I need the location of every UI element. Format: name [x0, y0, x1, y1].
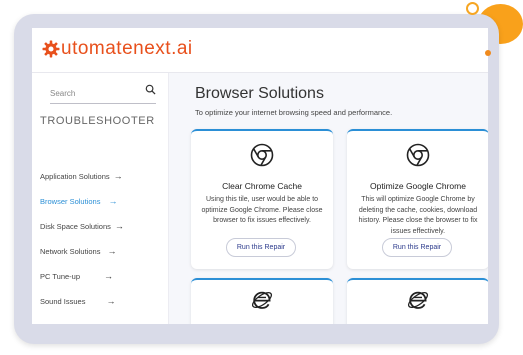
- logo-text-automate: utomate: [61, 38, 134, 59]
- arrow-right-icon: →: [107, 246, 117, 256]
- gear-icon: [42, 40, 60, 58]
- sidebar-item-pc-tune-up[interactable]: PC Tune-up →: [40, 266, 160, 286]
- decorative-orange-dot: [485, 50, 491, 56]
- logo-text-next: next: [133, 38, 172, 59]
- sidebar-item-application-solutions[interactable]: Application Solutions →: [40, 166, 160, 186]
- sidebar-heading: TROUBLESHOOTER: [40, 115, 155, 127]
- card-title: Clear Chrome Cache: [222, 181, 302, 191]
- run-repair-button[interactable]: Run this Repair: [382, 238, 452, 257]
- sidebar-item-network-solutions[interactable]: Network Solutions →: [40, 241, 160, 261]
- sidebar-item-label: Browser Solutions: [40, 196, 101, 206]
- card-title: Optimize Google Chrome: [370, 181, 466, 191]
- sidebar-item-label: Application Solutions: [40, 171, 110, 181]
- arrow-right-icon: →: [113, 171, 123, 181]
- sidebar-item-sound-issues[interactable]: Sound Issues →: [40, 291, 160, 311]
- internet-explorer-icon: [407, 291, 429, 309]
- arrow-right-icon: →: [114, 221, 124, 231]
- sidebar-item-label: Sound Issues: [40, 296, 86, 306]
- repair-card-clear-chrome-cache: Clear Chrome Cache Using this tile, user…: [191, 129, 333, 269]
- sidebar-item-disk-space-solutions[interactable]: Disk Space Solutions →: [40, 216, 160, 236]
- arrow-right-icon: →: [104, 271, 114, 281]
- repair-card-optimize-google-chrome: Optimize Google Chrome This will optimiz…: [347, 129, 488, 269]
- app-window: utomatenext.ai TROUBLESHOOTER Applicatio…: [32, 28, 488, 324]
- sidebar-item-browser-solutions[interactable]: Browser Solutions →: [40, 191, 160, 211]
- page-title: Browser Solutions: [195, 85, 324, 102]
- sidebar-item-label: PC Tune-up: [40, 271, 81, 281]
- page-subtitle: To optimize your internet browsing speed…: [195, 108, 393, 117]
- decorative-orange-ring: [466, 2, 479, 15]
- card-description: Using this tile, user would be able to o…: [201, 196, 323, 224]
- card-description: This will optimize Google Chrome by dele…: [358, 196, 478, 235]
- search-box: [50, 83, 156, 104]
- arrow-right-icon: →: [108, 196, 118, 206]
- search-input[interactable]: [50, 85, 136, 101]
- arrow-right-icon: →: [106, 296, 116, 306]
- sidebar-item-label: Network Solutions: [40, 246, 101, 256]
- main-content: Browser Solutions To optimize your inter…: [169, 73, 488, 324]
- logo-text-ai: .ai: [171, 38, 193, 59]
- chrome-icon: [250, 143, 274, 167]
- repair-card-internet-explorer: [191, 278, 333, 324]
- internet-explorer-icon: [251, 291, 273, 309]
- top-bar: utomate next .ai: [32, 28, 488, 73]
- run-repair-button[interactable]: Run this Repair: [226, 238, 296, 257]
- search-icon[interactable]: [145, 84, 156, 95]
- sidebar-item-label: Disk Space Solutions: [40, 221, 111, 231]
- chrome-icon: [406, 143, 430, 167]
- sidebar: TROUBLESHOOTER Application Solutions→ Br…: [32, 73, 169, 324]
- repair-card-internet-explorer: [347, 278, 488, 324]
- brand-logo[interactable]: utomate next .ai: [42, 39, 193, 59]
